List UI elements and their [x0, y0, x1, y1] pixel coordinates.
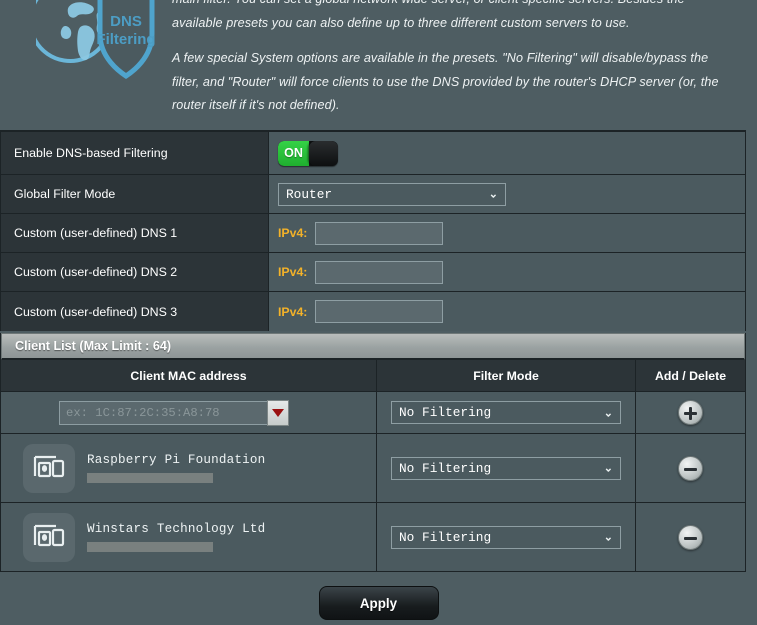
row-global-filter-mode: Global Filter Mode Router ⌄: [1, 175, 745, 214]
custom-dns-2-value: IPv4:: [269, 253, 745, 291]
triangle-down-icon: [272, 408, 284, 417]
client-row-1-select-wrap: No Filtering ⌄: [391, 456, 621, 480]
toggle-knob: [309, 140, 338, 166]
column-header-mac: Client MAC address: [1, 360, 377, 391]
enable-dns-filtering-value: ON: [269, 132, 745, 174]
intro-description: main filter. You can set a global networ…: [172, 0, 732, 124]
new-row-action-cell: [636, 392, 745, 433]
client-list-title: Client List (Max Limit : 64): [1, 333, 745, 360]
logo-line-1: DNS: [110, 13, 142, 30]
dns-filtering-shield-logo: DNS Filtering: [28, 0, 166, 90]
settings-table: Enable DNS-based Filtering ON Global Fil…: [0, 130, 746, 331]
custom-dns-2-label: Custom (user-defined) DNS 2: [1, 253, 269, 291]
client-device-meta: Winstars Technology Ltd: [87, 522, 265, 552]
client-list-header-row: Client MAC address Filter Mode Add / Del…: [1, 360, 745, 392]
client-list-row: Winstars Technology Ltd No Filtering ⌄: [1, 503, 745, 572]
client-list-row: Raspberry Pi Foundation No Filtering ⌄: [1, 434, 745, 503]
global-filter-mode-value: Router ⌄: [269, 175, 745, 213]
custom-dns-3-input[interactable]: [315, 300, 444, 323]
footer-actions: Apply: [0, 581, 757, 625]
delete-client-button[interactable]: [678, 455, 703, 481]
row-custom-dns-1: Custom (user-defined) DNS 1 IPv4:: [1, 214, 745, 253]
ipv4-label-1: IPv4:: [278, 226, 308, 240]
client-device-entry: Winstars Technology Ltd: [23, 512, 265, 562]
device-icon: [23, 512, 75, 562]
toggle-on-label: ON: [278, 140, 309, 166]
custom-dns-3-value: IPv4:: [269, 292, 745, 331]
delete-client-button[interactable]: [678, 524, 703, 550]
client-list-section: Client List (Max Limit : 64) Client MAC …: [0, 333, 746, 572]
mac-dropdown-button[interactable]: [267, 399, 289, 426]
client-row-2-mac-cell: Winstars Technology Ltd: [1, 503, 377, 571]
ipv4-label-2: IPv4:: [278, 265, 308, 279]
ipv4-label-3: IPv4:: [278, 304, 308, 319]
device-icon: [23, 443, 75, 493]
client-row-2-action-cell: [636, 503, 745, 571]
row-custom-dns-2: Custom (user-defined) DNS 2 IPv4:: [1, 253, 745, 292]
client-row-1-mac-cell: Raspberry Pi Foundation: [1, 434, 377, 502]
client-row-2-select-wrap: No Filtering ⌄: [391, 525, 621, 549]
intro-paragraph-1: main filter. You can set a global networ…: [172, 0, 685, 30]
apply-button[interactable]: Apply: [318, 586, 439, 620]
client-mac-redacted-bar: [87, 473, 213, 483]
new-client-mac-input[interactable]: [59, 400, 267, 425]
add-client-button[interactable]: [678, 400, 703, 425]
custom-dns-3-label: Custom (user-defined) DNS 3: [1, 292, 269, 331]
mac-entry-group: [59, 399, 289, 426]
new-row-filter-mode-cell: No Filtering ⌄: [377, 392, 636, 433]
client-filter-mode-select[interactable]: No Filtering: [391, 456, 621, 480]
enable-dns-filtering-label: Enable DNS-based Filtering: [1, 132, 269, 174]
client-mac-redacted-bar: [87, 542, 213, 552]
custom-dns-1-input[interactable]: [315, 221, 444, 245]
new-row-select-wrap: No Filtering ⌄: [391, 401, 621, 424]
client-device-name: Winstars Technology Ltd: [87, 522, 266, 536]
global-filter-mode-label: Global Filter Mode: [1, 175, 269, 213]
logo-line-2: Filtering: [96, 31, 155, 48]
column-header-add-delete: Add / Delete: [654, 368, 727, 383]
client-row-1-filter-mode-cell: No Filtering ⌄: [377, 434, 636, 502]
custom-dns-1-value: IPv4:: [269, 214, 745, 252]
right-edge-filler: [746, 0, 757, 581]
column-header-filter-mode: Filter Mode: [377, 360, 636, 391]
row-custom-dns-3: Custom (user-defined) DNS 3 IPv4:: [1, 292, 745, 331]
dns-filtering-page: DNS Filtering main filter. You can set a…: [0, 0, 757, 625]
custom-dns-1-label: Custom (user-defined) DNS 1: [1, 214, 269, 252]
global-filter-mode-select[interactable]: Router: [278, 182, 506, 206]
row-enable-dns-filtering: Enable DNS-based Filtering ON: [1, 132, 745, 175]
client-row-1-action-cell: [636, 434, 745, 502]
intro-section: DNS Filtering main filter. You can set a…: [0, 0, 757, 124]
client-list-new-row: No Filtering ⌄: [1, 392, 745, 434]
new-client-filter-mode-select[interactable]: No Filtering: [391, 401, 621, 424]
client-device-meta: Raspberry Pi Foundation: [87, 453, 265, 483]
client-device-name: Raspberry Pi Foundation: [87, 453, 266, 467]
custom-dns-2-input[interactable]: [315, 260, 444, 284]
client-device-entry: Raspberry Pi Foundation: [23, 443, 265, 493]
intro-paragraph-2: A few special System options are availab…: [172, 51, 719, 113]
client-row-2-filter-mode-cell: No Filtering ⌄: [377, 503, 636, 571]
global-filter-mode-select-wrap: Router ⌄: [278, 182, 506, 206]
new-row-mac-cell: [1, 392, 377, 433]
client-filter-mode-select[interactable]: No Filtering: [391, 525, 621, 549]
enable-dns-filtering-toggle[interactable]: ON: [278, 140, 338, 166]
